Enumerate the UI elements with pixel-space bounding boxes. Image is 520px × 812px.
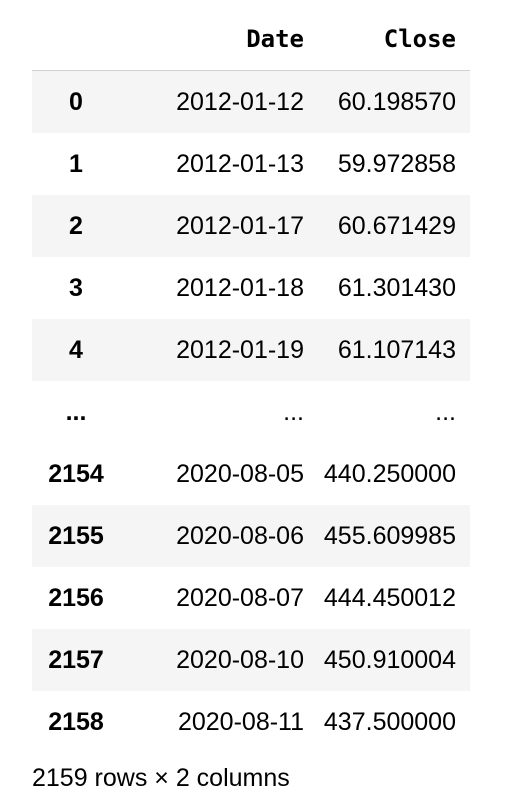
close-cell: 437.500000 [323,707,456,736]
date-cell: 2020-08-11 [177,707,304,736]
date-cell: 2020-08-10 [176,645,304,674]
table-header: Date Close [32,8,470,71]
close-cell: 60.198570 [337,87,456,116]
table-row: 2156 2020-08-07 444.450012 [32,567,470,629]
row-index: 2156 [48,583,104,612]
date-cell: 2020-08-05 [176,459,304,488]
row-index: 2158 [48,707,104,736]
table-row: 1 2012-01-13 59.972858 [32,133,470,195]
close-cell: 61.301430 [337,273,456,302]
table-body: 0 2012-01-12 60.198570 1 2012-01-13 59.9… [32,70,470,754]
ellipsis-row: ... ... ... [32,381,470,443]
date-cell: 2012-01-17 [176,211,304,240]
close-cell: 450.910004 [323,645,456,674]
table-row: 4 2012-01-19 61.107143 [32,319,470,381]
close-cell: 444.450012 [323,583,456,612]
row-index: 2 [69,211,83,240]
date-cell: 2020-08-07 [176,583,304,612]
table-row: 2158 2020-08-11 437.500000 [32,691,470,753]
dataframe-shape-summary: 2159 rows × 2 columns [32,764,290,792]
close-cell: ... [435,397,456,426]
table-row: 2154 2020-08-05 440.250000 [32,443,470,505]
row-index: 4 [69,335,83,364]
index-column-header [32,8,120,71]
table-row: 2157 2020-08-10 450.910004 [32,629,470,691]
table-row: 0 2012-01-12 60.198570 [32,70,470,133]
date-cell: ... [283,397,304,426]
close-column-header: Close [318,8,470,71]
row-index: 2155 [48,521,104,550]
header-row: Date Close [32,8,470,71]
date-cell: 2012-01-18 [176,273,304,302]
dataframe-output: Date Close 0 2012-01-12 60.198570 1 2012… [32,8,470,753]
date-cell: 2012-01-13 [176,149,304,178]
close-cell: 440.250000 [323,459,456,488]
row-index: 0 [69,87,83,116]
date-cell: 2020-08-06 [176,521,304,550]
dataframe-table: Date Close 0 2012-01-12 60.198570 1 2012… [32,8,470,753]
close-cell: 59.972858 [337,149,456,178]
row-index: 2154 [48,459,104,488]
table-row: 2 2012-01-17 60.671429 [32,195,470,257]
close-cell: 60.671429 [337,211,456,240]
date-column-header: Date [120,8,318,71]
close-cell: 455.609985 [323,521,456,550]
table-row: 2155 2020-08-06 455.609985 [32,505,470,567]
row-index: ... [65,397,87,426]
row-index: 3 [69,273,83,302]
date-cell: 2012-01-12 [176,87,304,116]
table-row: 3 2012-01-18 61.301430 [32,257,470,319]
row-index: 1 [69,149,83,178]
date-cell: 2012-01-19 [176,335,304,364]
row-index: 2157 [48,645,104,674]
close-cell: 61.107143 [337,335,456,364]
